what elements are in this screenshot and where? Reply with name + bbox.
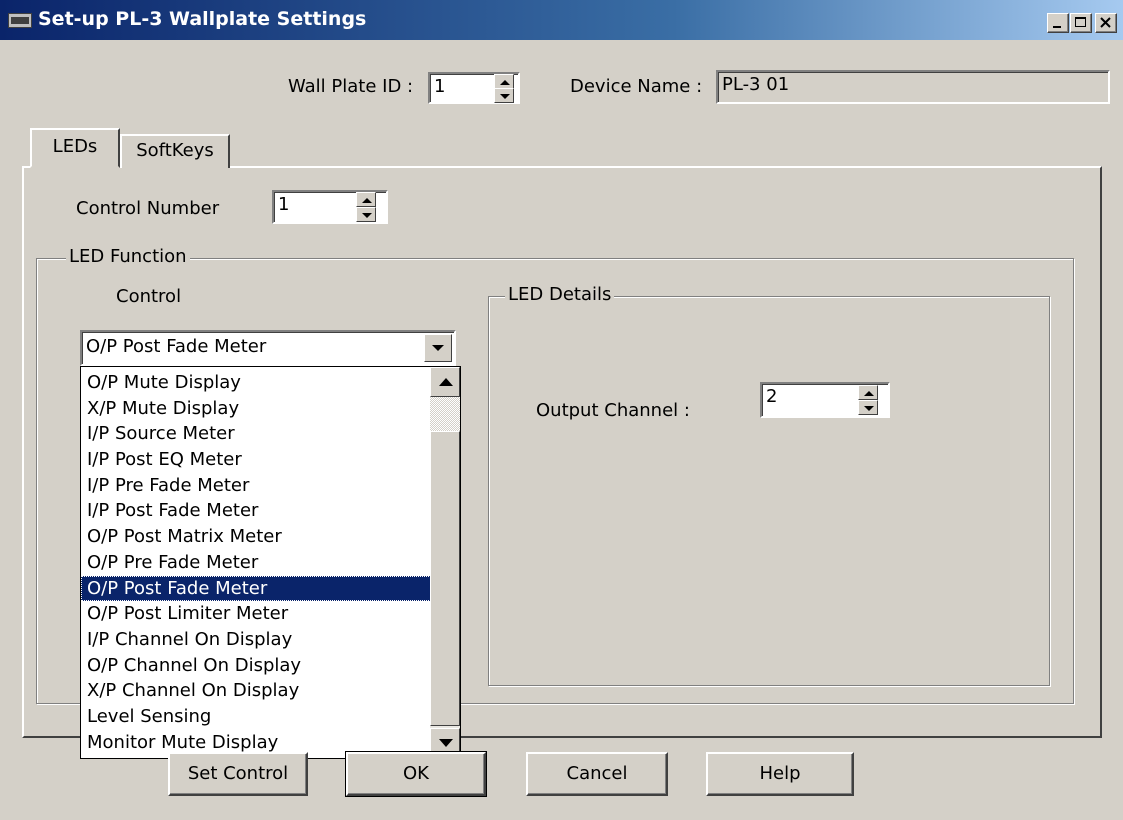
led-function-title: LED Function <box>66 246 190 267</box>
output-channel-value: 2 <box>766 386 778 407</box>
arrow-up-icon <box>439 378 453 386</box>
list-item[interactable]: Level Sensing <box>81 704 431 730</box>
list-item[interactable]: I/P Post Fade Meter <box>81 498 431 524</box>
scrollbar-thumb[interactable] <box>430 431 460 726</box>
device-name-value: PL-3 01 <box>722 74 790 95</box>
control-number-label: Control Number <box>76 198 220 219</box>
close-button[interactable] <box>1095 13 1117 33</box>
list-item[interactable]: O/P Post Matrix Meter <box>81 524 431 550</box>
arrow-up-icon <box>500 80 510 85</box>
vertical-scrollbar[interactable] <box>430 367 460 758</box>
tab-softkeys-label: SoftKeys <box>136 140 214 161</box>
spin-up-button[interactable] <box>858 385 878 400</box>
list-item[interactable]: X/P Channel On Display <box>81 678 431 704</box>
control-dropdown-list[interactable]: O/P Mute Display X/P Mute Display I/P Sour… <box>80 366 461 759</box>
wall-plate-id-value: 1 <box>434 76 446 97</box>
list-item[interactable]: I/P Post EQ Meter <box>81 447 431 473</box>
cancel-button[interactable]: Cancel <box>526 752 668 796</box>
list-item[interactable]: I/P Pre Fade Meter <box>81 473 431 499</box>
control-selected-value: O/P Post Fade Meter <box>86 336 267 357</box>
control-number-spinner[interactable] <box>356 192 376 222</box>
scrollbar-track[interactable] <box>430 397 460 431</box>
tab-leds[interactable]: LEDs <box>30 128 120 168</box>
ok-button[interactable]: OK <box>345 751 487 797</box>
arrow-down-icon <box>439 739 453 747</box>
device-name-field[interactable]: PL-3 01 <box>716 70 1110 104</box>
close-icon <box>1100 17 1111 28</box>
set-control-button[interactable]: Set Control <box>168 752 308 796</box>
minimize-button[interactable] <box>1047 13 1069 33</box>
list-item[interactable]: X/P Mute Display <box>81 396 431 422</box>
wall-plate-id-field[interactable]: 1 <box>428 72 520 104</box>
arrow-up-icon <box>864 391 874 396</box>
help-button[interactable]: Help <box>706 752 854 796</box>
list-item[interactable]: I/P Source Meter <box>81 421 431 447</box>
option-list[interactable]: O/P Mute Display X/P Mute Display I/P Sour… <box>81 370 431 755</box>
tab-leds-label: LEDs <box>52 136 98 157</box>
list-item[interactable]: O/P Post Fade Meter <box>81 575 431 602</box>
maximize-button[interactable] <box>1070 13 1092 33</box>
spin-up-button[interactable] <box>494 74 514 89</box>
wall-plate-id-label: Wall Plate ID : <box>288 76 414 97</box>
list-item[interactable]: O/P Channel On Display <box>81 653 431 679</box>
led-details-group <box>488 296 1050 686</box>
control-number-value: 1 <box>278 194 290 215</box>
chevron-down-icon <box>432 345 444 351</box>
output-channel-field[interactable]: 2 <box>760 382 890 418</box>
list-item[interactable]: O/P Post Limiter Meter <box>81 601 431 627</box>
list-item[interactable]: O/P Mute Display <box>81 370 431 396</box>
arrow-up-icon <box>362 198 372 203</box>
arrow-down-icon <box>362 213 372 218</box>
title-bar[interactable]: Set-up PL-3 Wallplate Settings <box>0 0 1123 40</box>
control-number-field[interactable]: 1 <box>272 190 388 224</box>
arrow-down-icon <box>500 94 510 99</box>
window-title: Set-up PL-3 Wallplate Settings <box>38 8 367 30</box>
tab-softkeys[interactable]: SoftKeys <box>120 134 230 168</box>
device-name-label: Device Name : <box>570 76 703 97</box>
control-combobox[interactable]: O/P Post Fade Meter <box>80 330 456 366</box>
list-item[interactable]: O/P Pre Fade Meter <box>81 550 431 576</box>
spin-down-button[interactable] <box>356 207 376 222</box>
led-details-title: LED Details <box>505 284 615 305</box>
scroll-up-button[interactable] <box>430 367 460 397</box>
output-channel-label: Output Channel : <box>536 400 690 421</box>
arrow-down-icon <box>864 406 874 411</box>
minimize-icon <box>1053 26 1061 28</box>
maximize-icon <box>1075 17 1086 27</box>
spin-down-button[interactable] <box>858 400 878 415</box>
wall-plate-id-spinner[interactable] <box>494 74 514 104</box>
spin-up-button[interactable] <box>356 192 376 207</box>
spin-down-button[interactable] <box>494 88 514 103</box>
output-channel-spinner[interactable] <box>858 385 878 415</box>
list-item[interactable]: I/P Channel On Display <box>81 627 431 653</box>
control-label: Control <box>116 286 182 307</box>
combobox-dropdown-button[interactable] <box>424 334 452 362</box>
keyboard-icon <box>8 13 32 28</box>
